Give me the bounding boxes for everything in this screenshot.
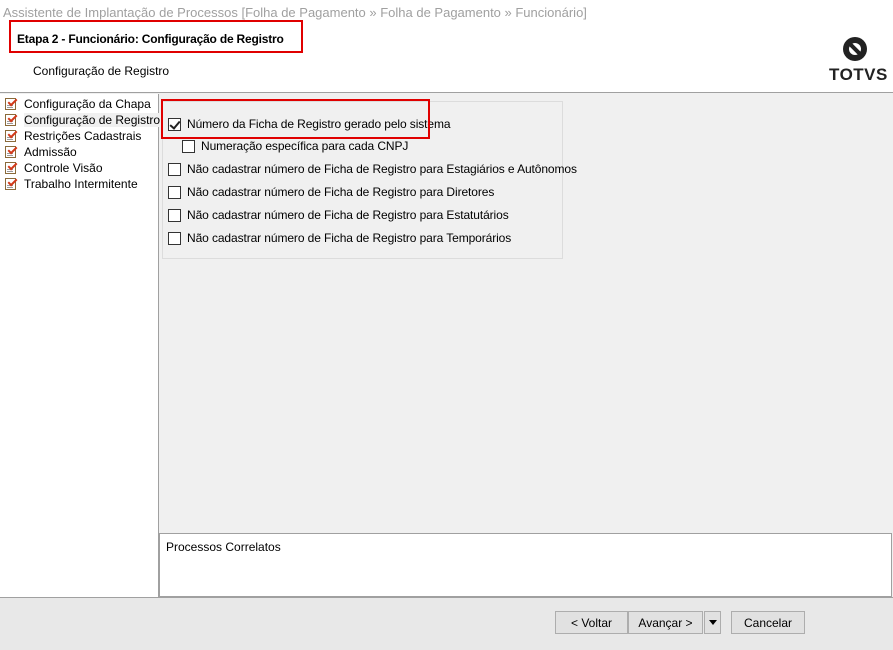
checklist-icon: [4, 176, 19, 191]
checklist-icon: [4, 112, 19, 127]
checklist-icon: [4, 96, 19, 111]
logo-text: TOTVS: [829, 65, 888, 84]
step-subtitle: Configuração de Registro: [33, 64, 170, 78]
sidebar-item-label: Restrições Cadastrais: [24, 129, 142, 143]
option-nao-cadastrar-diretores[interactable]: Não cadastrar número de Ficha de Registr…: [168, 185, 494, 199]
option-label: Não cadastrar número de Ficha de Registr…: [187, 162, 577, 176]
back-button[interactable]: < Voltar: [555, 611, 628, 634]
sidebar-item-configuracao-chapa[interactable]: Configuração da Chapa: [4, 96, 151, 112]
chevron-down-icon: [708, 620, 717, 625]
sidebar-item-configuracao-registro[interactable]: Configuração de Registro: [4, 112, 161, 128]
checkbox[interactable]: [182, 139, 195, 153]
sidebar-item-label: Controle Visão: [24, 161, 103, 175]
sidebar-item-restricoes-cadastrais[interactable]: Restrições Cadastrais: [4, 128, 141, 144]
wizard-window: Assistente de Implantação de Processos […: [0, 0, 893, 650]
sidebar-item-trabalho-intermitente[interactable]: Trabalho Intermitente: [4, 176, 138, 192]
related-processes-title: Processos Correlatos: [166, 540, 281, 554]
sidebar-item-admissao[interactable]: Admissão: [4, 144, 77, 160]
option-numeracao-cnpj[interactable]: Numeração específica para cada CNPJ: [182, 139, 408, 153]
next-dropdown-button[interactable]: [704, 611, 721, 634]
option-label: Não cadastrar número de Ficha de Registr…: [187, 208, 509, 222]
steps-sidebar: Configuração da Chapa Configuração de Re…: [0, 94, 161, 597]
sidebar-item-controle-visao[interactable]: Controle Visão: [4, 160, 103, 176]
option-label: Não cadastrar número de Ficha de Registr…: [187, 231, 512, 245]
checkbox[interactable]: [168, 162, 181, 176]
checkbox[interactable]: [168, 185, 181, 199]
sidebar-item-label: Trabalho Intermitente: [24, 177, 138, 191]
next-button[interactable]: Avançar >: [628, 611, 703, 634]
option-nao-cadastrar-estagiarios[interactable]: Não cadastrar número de Ficha de Registr…: [168, 162, 577, 176]
checkbox[interactable]: [168, 208, 181, 222]
option-nao-cadastrar-temporarios[interactable]: Não cadastrar número de Ficha de Registr…: [168, 231, 511, 245]
totvs-logo: TOTVS: [824, 36, 888, 86]
totvs-logo-icon: [843, 37, 867, 61]
option-highlight: [161, 99, 430, 139]
sidebar-item-label: Configuração de Registro: [24, 113, 161, 127]
sidebar-item-label: Admissão: [24, 145, 77, 159]
checklist-icon: [4, 160, 19, 175]
option-label: Não cadastrar número de Ficha de Registr…: [187, 185, 495, 199]
cancel-button[interactable]: Cancelar: [731, 611, 805, 634]
option-nao-cadastrar-estatutarios[interactable]: Não cadastrar número de Ficha de Registr…: [168, 208, 509, 222]
sidebar-item-label: Configuração da Chapa: [24, 97, 151, 111]
checklist-icon: [4, 128, 19, 143]
step-title: Etapa 2 - Funcionário: Configuração de R…: [17, 32, 284, 46]
option-label: Numeração específica para cada CNPJ: [201, 139, 409, 153]
related-processes-panel: Processos Correlatos: [159, 533, 892, 597]
checkbox[interactable]: [168, 231, 181, 245]
checklist-icon: [4, 144, 19, 159]
